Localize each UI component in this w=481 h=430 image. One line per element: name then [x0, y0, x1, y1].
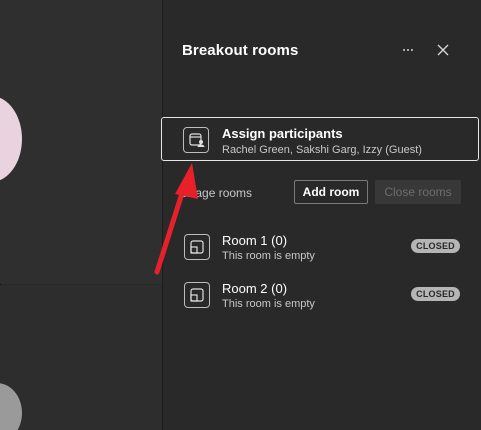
status-badge: CLOSED	[411, 239, 460, 253]
breakout-rooms-panel: Breakout rooms Assign participants Rache…	[161, 0, 481, 430]
more-options-icon[interactable]	[397, 40, 419, 60]
room-name: Room 1 (0)	[222, 233, 288, 248]
room-item[interactable]: Room 1 (0) This room is empty CLOSED	[163, 226, 481, 270]
room-icon	[184, 234, 210, 260]
participant-avatar	[0, 96, 22, 182]
room-name: Room 2 (0)	[222, 281, 288, 296]
room-icon	[184, 282, 210, 308]
close-rooms-button[interactable]: Close rooms	[375, 180, 461, 204]
add-room-button[interactable]: Add room	[294, 180, 368, 204]
video-tile-top	[0, 0, 162, 284]
assign-participants-title: Assign participants	[222, 126, 343, 141]
assign-participants-list: Rachel Green, Sakshi Garg, Izzy (Guest)	[222, 144, 422, 156]
participant-avatar	[0, 383, 22, 430]
room-item[interactable]: Room 2 (0) This room is empty CLOSED	[163, 274, 481, 318]
close-icon[interactable]	[433, 40, 453, 60]
video-tile-bottom	[0, 285, 162, 430]
panel-title: Breakout rooms	[182, 42, 299, 59]
room-status: This room is empty	[222, 298, 315, 310]
assign-participants-button[interactable]: Assign participants Rachel Green, Sakshi…	[161, 117, 479, 161]
status-badge: CLOSED	[411, 287, 460, 301]
room-status: This room is empty	[222, 250, 315, 262]
assign-participants-icon	[183, 127, 209, 153]
manage-rooms-label[interactable]: anage rooms	[182, 186, 252, 200]
